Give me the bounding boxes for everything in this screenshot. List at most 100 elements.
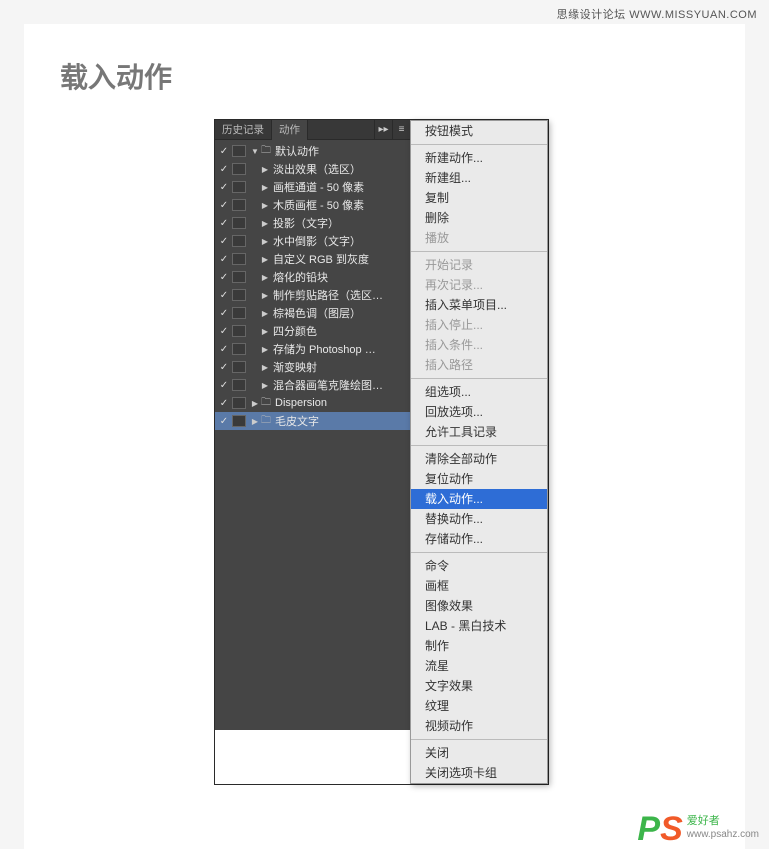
chevron-right-icon[interactable]: ▶ bbox=[260, 363, 270, 372]
action-label: 画框通道 - 50 像素 bbox=[270, 179, 364, 195]
menu-item[interactable]: 新建组... bbox=[411, 168, 547, 188]
tab-actions[interactable]: 动作 bbox=[271, 120, 308, 140]
dialog-toggle-icon[interactable] bbox=[232, 343, 246, 355]
check-icon[interactable]: ✓ bbox=[218, 182, 230, 193]
chevron-right-icon[interactable]: ▶ bbox=[260, 381, 270, 390]
check-icon[interactable]: ✓ bbox=[218, 344, 230, 355]
menu-item[interactable]: 清除全部动作 bbox=[411, 449, 547, 469]
menu-item[interactable]: 替换动作... bbox=[411, 509, 547, 529]
action-row[interactable]: ✓▶淡出效果（选区） bbox=[215, 160, 410, 178]
folder-icon: 🗀 bbox=[260, 143, 272, 160]
chevron-right-icon[interactable]: ▶ bbox=[260, 219, 270, 228]
flyout-menu-icon[interactable]: ▸▸ bbox=[374, 120, 392, 140]
dialog-toggle-icon[interactable] bbox=[232, 361, 246, 373]
action-row[interactable]: ✓▶棕褐色调（图层） bbox=[215, 304, 410, 322]
chevron-right-icon[interactable]: ▶ bbox=[260, 309, 270, 318]
check-icon[interactable]: ✓ bbox=[218, 326, 230, 337]
menu-item[interactable]: 流星 bbox=[411, 656, 547, 676]
dialog-toggle-icon[interactable] bbox=[232, 235, 246, 247]
chevron-right-icon[interactable]: ▶ bbox=[260, 255, 270, 264]
dialog-toggle-icon[interactable] bbox=[232, 181, 246, 193]
check-icon[interactable]: ✓ bbox=[218, 362, 230, 373]
action-row[interactable]: ✓▶🗀Dispersion bbox=[215, 394, 410, 412]
check-icon[interactable]: ✓ bbox=[218, 290, 230, 301]
chevron-right-icon[interactable]: ▶ bbox=[260, 183, 270, 192]
panel-tabs: 历史记录 动作 ▸▸ ≡ bbox=[215, 120, 410, 140]
check-icon[interactable]: ✓ bbox=[218, 146, 230, 157]
check-icon[interactable]: ✓ bbox=[218, 200, 230, 211]
tab-history[interactable]: 历史记录 bbox=[215, 120, 271, 140]
dialog-toggle-icon[interactable] bbox=[232, 199, 246, 211]
chevron-right-icon[interactable]: ▶ bbox=[260, 165, 270, 174]
menu-item[interactable]: 插入菜单项目... bbox=[411, 295, 547, 315]
menu-item[interactable]: 纹理 bbox=[411, 696, 547, 716]
action-row[interactable]: ✓▶存储为 Photoshop … bbox=[215, 340, 410, 358]
action-row[interactable]: ✓▶🗀毛皮文字 bbox=[215, 412, 410, 430]
check-icon[interactable]: ✓ bbox=[218, 308, 230, 319]
action-row[interactable]: ✓▶混合器画笔克隆绘图… bbox=[215, 376, 410, 394]
dialog-toggle-icon[interactable] bbox=[232, 379, 246, 391]
chevron-right-icon[interactable]: ▶ bbox=[250, 417, 260, 426]
menu-item[interactable]: 命令 bbox=[411, 556, 547, 576]
menu-item[interactable]: 复位动作 bbox=[411, 469, 547, 489]
chevron-right-icon[interactable]: ▶ bbox=[260, 273, 270, 282]
check-icon[interactable]: ✓ bbox=[218, 254, 230, 265]
action-label: 木质画框 - 50 像素 bbox=[270, 197, 364, 213]
menu-item[interactable]: 复制 bbox=[411, 188, 547, 208]
action-row[interactable]: ✓▶渐变映射 bbox=[215, 358, 410, 376]
action-row[interactable]: ✓▶水中倒影（文字） bbox=[215, 232, 410, 250]
chevron-right-icon[interactable]: ▶ bbox=[260, 291, 270, 300]
dialog-toggle-icon[interactable] bbox=[232, 145, 246, 157]
check-icon[interactable]: ✓ bbox=[218, 236, 230, 247]
check-icon[interactable]: ✓ bbox=[218, 398, 230, 409]
chevron-down-icon[interactable]: ▼ bbox=[250, 147, 260, 156]
dialog-toggle-icon[interactable] bbox=[232, 289, 246, 301]
menu-item[interactable]: 删除 bbox=[411, 208, 547, 228]
menu-item[interactable]: 视频动作 bbox=[411, 716, 547, 736]
chevron-right-icon[interactable]: ▶ bbox=[260, 327, 270, 336]
action-label: 投影（文字） bbox=[270, 215, 339, 231]
action-row[interactable]: ✓ ▶投影（文字） bbox=[215, 214, 410, 232]
action-row[interactable]: ✓▶自定义 RGB 到灰度 bbox=[215, 250, 410, 268]
menu-item[interactable]: 制作 bbox=[411, 636, 547, 656]
check-icon[interactable]: ✓ bbox=[218, 416, 230, 427]
dialog-toggle-icon[interactable] bbox=[232, 271, 246, 283]
check-icon[interactable]: ✓ bbox=[218, 218, 230, 229]
menu-item[interactable]: 回放选项... bbox=[411, 402, 547, 422]
check-icon[interactable]: ✓ bbox=[218, 164, 230, 175]
menu-item[interactable]: LAB - 黑白技术 bbox=[411, 616, 547, 636]
menu-item[interactable]: 文字效果 bbox=[411, 676, 547, 696]
chevron-right-icon[interactable]: ▶ bbox=[250, 399, 260, 408]
menu-item[interactable]: 载入动作... bbox=[411, 489, 547, 509]
check-icon[interactable]: ✓ bbox=[218, 380, 230, 391]
action-row[interactable]: ✓ ▶画框通道 - 50 像素 bbox=[215, 178, 410, 196]
action-row[interactable]: ✓ ▶木质画框 - 50 像素 bbox=[215, 196, 410, 214]
action-label: 制作剪贴路径（选区… bbox=[270, 287, 383, 303]
check-icon[interactable]: ✓ bbox=[218, 272, 230, 283]
action-row[interactable]: ✓ ▶四分颜色 bbox=[215, 322, 410, 340]
dialog-toggle-icon[interactable] bbox=[232, 163, 246, 175]
dialog-toggle-icon[interactable] bbox=[232, 397, 246, 409]
chevron-right-icon[interactable]: ▶ bbox=[260, 237, 270, 246]
action-row[interactable]: ✓ ▶制作剪贴路径（选区… bbox=[215, 286, 410, 304]
panel-menu-icon[interactable]: ≡ bbox=[392, 120, 410, 140]
dialog-toggle-icon[interactable] bbox=[232, 307, 246, 319]
dialog-toggle-icon[interactable] bbox=[232, 415, 246, 427]
action-label: 四分颜色 bbox=[270, 323, 317, 339]
chevron-right-icon[interactable]: ▶ bbox=[260, 345, 270, 354]
action-row[interactable]: ✓▶熔化的铅块 bbox=[215, 268, 410, 286]
menu-item[interactable]: 组选项... bbox=[411, 382, 547, 402]
menu-item[interactable]: 图像效果 bbox=[411, 596, 547, 616]
dialog-toggle-icon[interactable] bbox=[232, 253, 246, 265]
action-row[interactable]: ✓▼🗀默认动作 bbox=[215, 142, 410, 160]
menu-item[interactable]: 存储动作... bbox=[411, 529, 547, 549]
menu-item[interactable]: 画框 bbox=[411, 576, 547, 596]
dialog-toggle-icon[interactable] bbox=[232, 217, 246, 229]
menu-item[interactable]: 关闭 bbox=[411, 743, 547, 763]
menu-item[interactable]: 新建动作... bbox=[411, 148, 547, 168]
menu-item[interactable]: 关闭选项卡组 bbox=[411, 763, 547, 783]
chevron-right-icon[interactable]: ▶ bbox=[260, 201, 270, 210]
dialog-toggle-icon[interactable] bbox=[232, 325, 246, 337]
menu-item[interactable]: 允许工具记录 bbox=[411, 422, 547, 442]
menu-item[interactable]: 按钮模式 bbox=[411, 121, 547, 141]
